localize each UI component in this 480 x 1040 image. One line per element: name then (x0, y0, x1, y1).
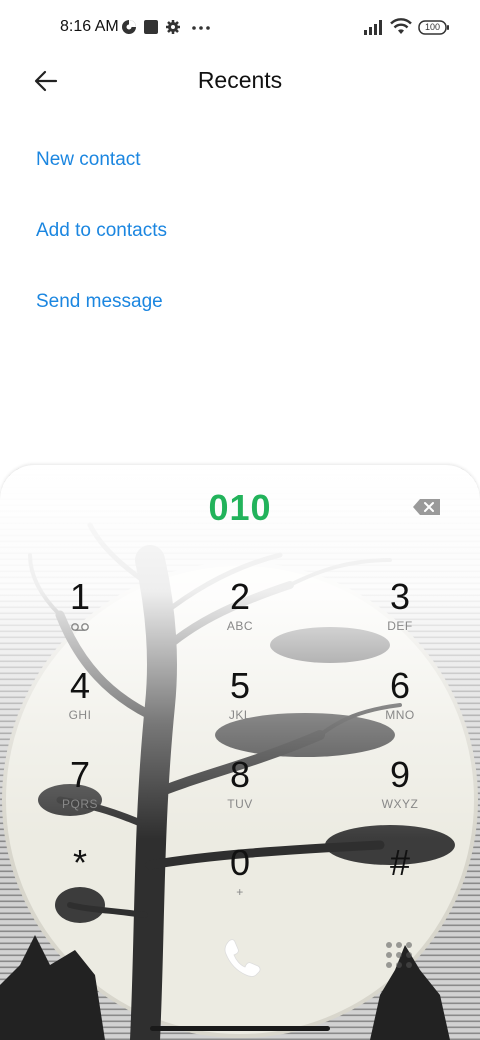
battery-level: 100 (424, 22, 441, 32)
dial-key-2[interactable]: 2 ABC (180, 577, 300, 657)
dial-key-6[interactable]: 6 MNO (340, 666, 460, 746)
dial-key-star[interactable]: * (20, 843, 140, 923)
key-digit: 6 (389, 665, 411, 706)
dialpad-toggle-icon (386, 942, 412, 968)
key-digit: # (389, 842, 411, 883)
dial-key-8[interactable]: 8 TUV (180, 755, 300, 835)
key-letters: PQRS (61, 797, 98, 811)
dial-key-4[interactable]: 4 GHI (20, 666, 140, 746)
key-digit: 7 (69, 754, 91, 795)
key-letters: MNO (385, 708, 415, 722)
status-time: 8:16 AM (60, 18, 119, 35)
key-digit: 4 (69, 665, 91, 706)
voicemail-icon (71, 623, 89, 631)
dialed-number: 010 (208, 487, 272, 528)
signal-icon (364, 20, 382, 35)
home-indicator[interactable] (150, 1026, 330, 1031)
add-to-contacts-link[interactable]: Add to contacts (36, 220, 167, 242)
key-letters: TUV (227, 797, 253, 811)
page-title: Recents (197, 67, 283, 93)
key-letters: GHI (68, 708, 92, 722)
dial-key-7[interactable]: 7 PQRS (20, 755, 140, 835)
backspace-icon[interactable] (412, 497, 442, 517)
key-digit: 1 (69, 576, 91, 617)
send-message-link[interactable]: Send message (36, 291, 163, 313)
key-letters: ABC (226, 619, 254, 633)
dial-key-hash[interactable]: # (340, 843, 460, 923)
wifi-icon (390, 18, 412, 34)
dial-key-1[interactable]: 1 (20, 577, 140, 657)
dial-key-9[interactable]: 9 WXYZ (340, 755, 460, 835)
key-letters: DEF (387, 619, 413, 633)
key-letters: + (236, 885, 244, 899)
app-notification-icon (122, 20, 136, 34)
key-letters: JKL (228, 708, 252, 722)
dial-key-3[interactable]: 3 DEF (340, 577, 460, 657)
key-digit: 3 (389, 576, 411, 617)
key-digit: 8 (229, 754, 251, 795)
key-digit: 0 (229, 842, 251, 883)
dial-key-0[interactable]: 0 + (180, 843, 300, 923)
key-digit: * (72, 842, 87, 883)
phone-icon (224, 939, 261, 977)
settings-icon (166, 20, 180, 34)
status-bar: 8:16 AM 100 (0, 0, 480, 56)
call-button[interactable] (200, 927, 280, 987)
dial-key-5[interactable]: 5 JKL (180, 666, 300, 746)
app-bar: Recents (0, 56, 480, 108)
dialpad-toggle-button[interactable] (376, 935, 422, 975)
dialpad-panel: 010 1 2 ABC 3 DEF 4 GHI 5 JKL 6 MNO 7 PQ… (0, 465, 480, 1040)
more-notifications-icon (192, 26, 210, 30)
key-digit: 2 (229, 576, 251, 617)
key-digit: 9 (389, 754, 411, 795)
key-letters: WXYZ (381, 797, 419, 811)
square-notification-icon (144, 20, 158, 34)
key-digit: 5 (229, 665, 251, 706)
new-contact-link[interactable]: New contact (36, 149, 141, 171)
